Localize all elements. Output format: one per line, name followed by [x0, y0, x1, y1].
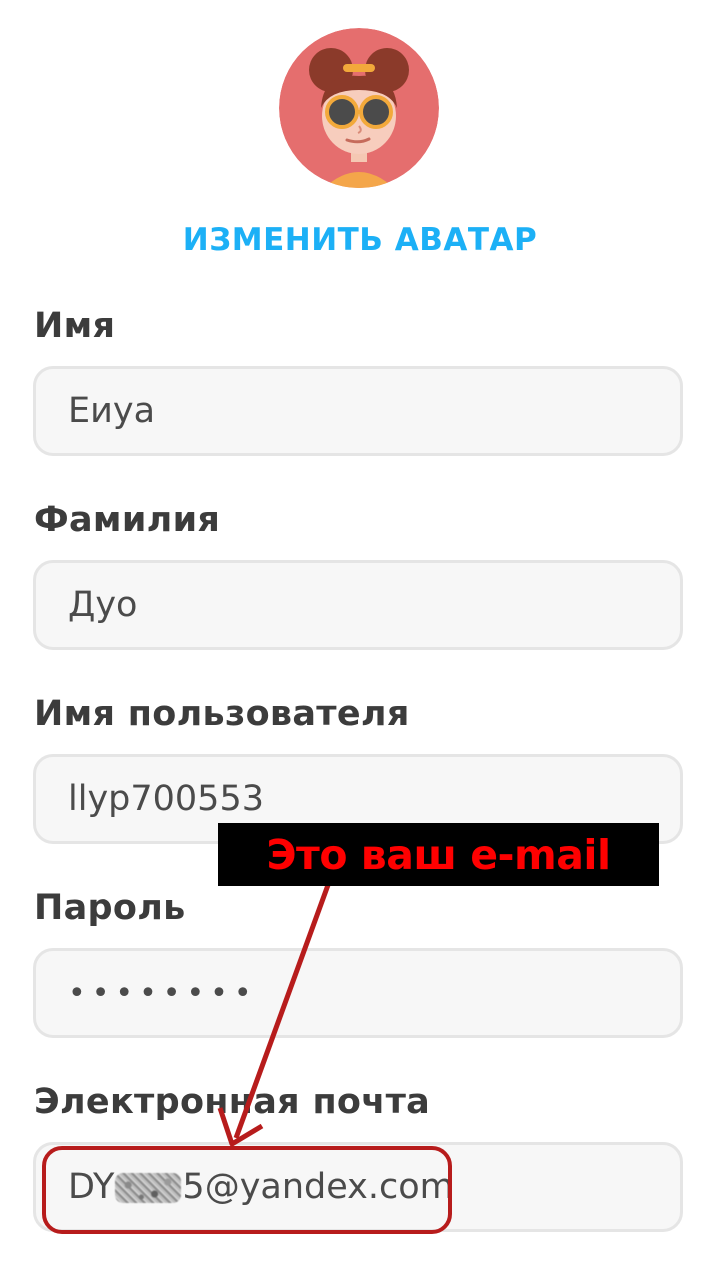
annotation-arrow — [233, 884, 331, 1139]
annotation-label: Это ваш e-mail — [218, 823, 659, 886]
annotation-overlay — [42, 884, 452, 1234]
email-highlight-box — [42, 1146, 452, 1234]
